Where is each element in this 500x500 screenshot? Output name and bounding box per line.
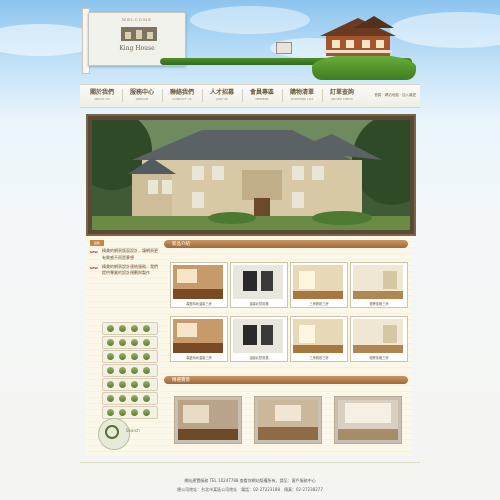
nav-label: 購物清單 bbox=[289, 89, 314, 96]
nav-label: 會員專區 bbox=[249, 89, 274, 96]
page: WELCOME King House 關於我們 ABOUT US 服務中心 SE… bbox=[80, 0, 420, 500]
product-card[interactable]: 三房雅致三房 bbox=[290, 316, 348, 362]
product-card[interactable]: 森藍時尚溫馨三房 bbox=[170, 262, 228, 308]
news-item[interactable]: NEW 精美的網頁版面設計，讓網頁更有質感不再是夢想 bbox=[90, 248, 158, 262]
gallery-heading: 精選實景 bbox=[164, 376, 408, 385]
product-caption: 森藍時尚溫馨三房 bbox=[186, 302, 212, 306]
news-list: NEW 精美的網頁版面設計，讓網頁更有質感不再是夢想 NEW 精美的網頁設計連結… bbox=[90, 248, 158, 277]
nav-divider bbox=[242, 89, 243, 102]
product-caption: 輕奢風格三房 bbox=[369, 302, 389, 306]
news-text: 精美的網頁設計連結服務，我們提供專業的設計規劃與製作 bbox=[102, 263, 158, 276]
nav-member[interactable]: 會員專區 MEMBER bbox=[244, 87, 280, 105]
product-card[interactable]: 三房雅致三房 bbox=[290, 262, 348, 308]
nav-label: 訂單查詢 bbox=[329, 89, 354, 96]
footer-divider bbox=[80, 462, 420, 463]
footer-address: 總公司地址：台北市某區公司地址 電話：02-27223188 傳真：02-272… bbox=[177, 487, 323, 492]
nav-label: 聯絡我們 bbox=[169, 89, 194, 96]
news-tag: 最新 bbox=[90, 240, 104, 246]
nav-order[interactable]: 訂單查詢 ORDER CHECK bbox=[324, 87, 360, 105]
logo-text: King House bbox=[119, 45, 155, 52]
nav-sublabel: MEMBER bbox=[255, 97, 269, 101]
hero-house-photo bbox=[92, 120, 410, 230]
news-text: 精美的網頁版面設計，讓網頁更有質感不再是夢想 bbox=[102, 248, 158, 260]
main-nav: 關於我們 ABOUT US 服務中心 SERVICE 聯絡我們 CONTACT … bbox=[80, 84, 420, 108]
nav-divider bbox=[122, 89, 123, 102]
hero-banner bbox=[86, 114, 416, 236]
nav-about[interactable]: 關於我們 ABOUT US bbox=[84, 87, 120, 105]
product-card[interactable]: 森藍時尚溫馨三房 bbox=[170, 316, 228, 362]
sidebar-link-button[interactable] bbox=[102, 322, 158, 335]
sidebar-link-button[interactable] bbox=[102, 350, 158, 363]
header-house-illustration bbox=[320, 16, 396, 56]
new-badge: NEW bbox=[90, 250, 98, 254]
nav-sublabel: CONTACT US bbox=[172, 97, 192, 101]
sidebar-link-button[interactable] bbox=[102, 392, 158, 405]
sidebar-link-button[interactable] bbox=[102, 378, 158, 391]
product-caption: 三房雅致三房 bbox=[309, 302, 329, 306]
section-title: 精選實景 bbox=[172, 378, 190, 383]
nav-sublabel: ABOUT US bbox=[94, 97, 110, 101]
nav-sublabel: SHOPPING LIST bbox=[290, 97, 314, 101]
product-card[interactable]: 溫馨北歐風格 bbox=[230, 316, 288, 362]
sidebar-link-button[interactable] bbox=[102, 406, 158, 419]
logo-welcome: WELCOME bbox=[121, 17, 153, 22]
product-caption: 森藍時尚溫馨三房 bbox=[186, 356, 212, 360]
nav-sublabel: JOIN US bbox=[216, 97, 228, 101]
nav-sublabel: SERVICE bbox=[135, 97, 149, 101]
nav-divider bbox=[282, 89, 283, 102]
product-card[interactable]: 溫馨北歐風格 bbox=[230, 262, 288, 308]
product-caption: 三房雅致三房 bbox=[309, 356, 329, 360]
search-icon bbox=[105, 425, 119, 439]
nav-divider bbox=[322, 89, 323, 102]
sidebar-link-button[interactable] bbox=[102, 364, 158, 377]
nav-label: 關於我們 bbox=[89, 89, 114, 96]
sidebar: 最新 NEW 精美的網頁版面設計，讓網頁更有質感不再是夢想 NEW 精美的網頁設… bbox=[88, 236, 160, 450]
sidebar-link-button[interactable] bbox=[102, 336, 158, 349]
footer-text: 網站建置服務 TEL 10247788 查看你網站版權所有，請至：客戶服務中心 bbox=[184, 478, 316, 483]
product-card[interactable]: 輕奢風格三房 bbox=[350, 262, 408, 308]
nav-divider bbox=[202, 89, 203, 102]
nav-service[interactable]: 服務中心 SERVICE bbox=[124, 87, 160, 105]
section-title: 新品介紹 bbox=[172, 242, 190, 247]
news-item[interactable]: NEW 精美的網頁設計連結服務，我們提供專業的設計規劃與製作 bbox=[90, 264, 158, 278]
mailbox-icon bbox=[276, 42, 292, 54]
logo-emblem bbox=[121, 27, 157, 41]
nav-join[interactable]: 人才招募 JOIN US bbox=[204, 87, 240, 105]
nav-shopping[interactable]: 購物清單 SHOPPING LIST bbox=[284, 87, 320, 105]
product-caption: 輕奢風格三房 bbox=[369, 356, 389, 360]
nav-label: 人才招募 bbox=[209, 89, 234, 96]
gallery-photo[interactable] bbox=[254, 396, 322, 444]
nav-label: 服務中心 bbox=[129, 89, 154, 96]
nav-sublabel: ORDER CHECK bbox=[331, 97, 353, 101]
gallery-photo[interactable] bbox=[334, 396, 402, 444]
nav-divider bbox=[162, 89, 163, 102]
gallery-photo[interactable] bbox=[174, 396, 242, 444]
new-badge: NEW bbox=[90, 265, 98, 270]
products-heading: 新品介紹 bbox=[164, 240, 408, 249]
search-button[interactable] bbox=[98, 418, 130, 450]
nav-contact[interactable]: 聯絡我們 CONTACT US bbox=[164, 87, 200, 105]
product-caption: 溫馨北歐風格 bbox=[249, 302, 269, 306]
product-card[interactable]: 輕奢風格三房 bbox=[350, 316, 408, 362]
product-caption: 溫馨北歐風格 bbox=[249, 356, 269, 360]
search-label: Search bbox=[126, 428, 140, 433]
quick-links[interactable]: 首頁 · 網站地圖 · 加入最愛 bbox=[374, 93, 416, 98]
